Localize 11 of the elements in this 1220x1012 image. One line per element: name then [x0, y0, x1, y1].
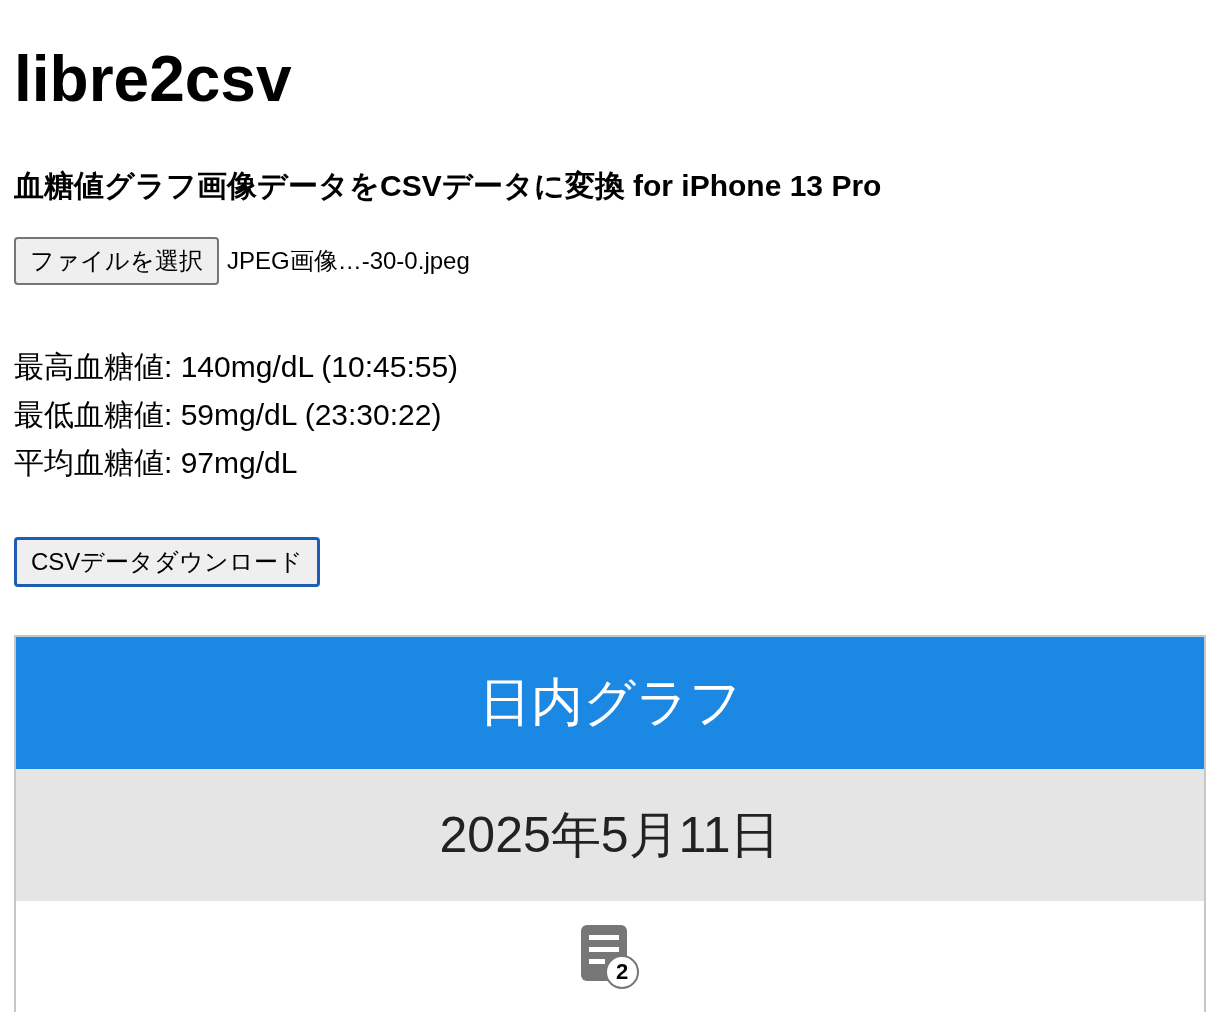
download-button[interactable]: CSVデータダウンロード — [14, 537, 321, 588]
stat-line: 最高血糖値: 140mg/dL (10:45:55) — [14, 349, 460, 386]
stat-line: 平均血糖値: 97mg/dL — [14, 445, 299, 482]
stat-line: 最低血糖値: 59mg/dL (23:30:22) — [14, 397, 443, 434]
app-title: libre2csv — [14, 44, 293, 115]
date-bar: 2025年5月11日 — [16, 769, 1204, 902]
count-badge: 2 — [605, 955, 639, 990]
subtitle: 血糖値グラフ画像データをCSVデータに変換 for iPhone 13 Pro — [14, 168, 883, 205]
graph-header: 日内グラフ — [16, 637, 1204, 770]
choose-file-button[interactable]: ファイルを選択 — [14, 237, 219, 286]
file-name: JPEG画像…-30-0.jpeg — [227, 246, 470, 277]
